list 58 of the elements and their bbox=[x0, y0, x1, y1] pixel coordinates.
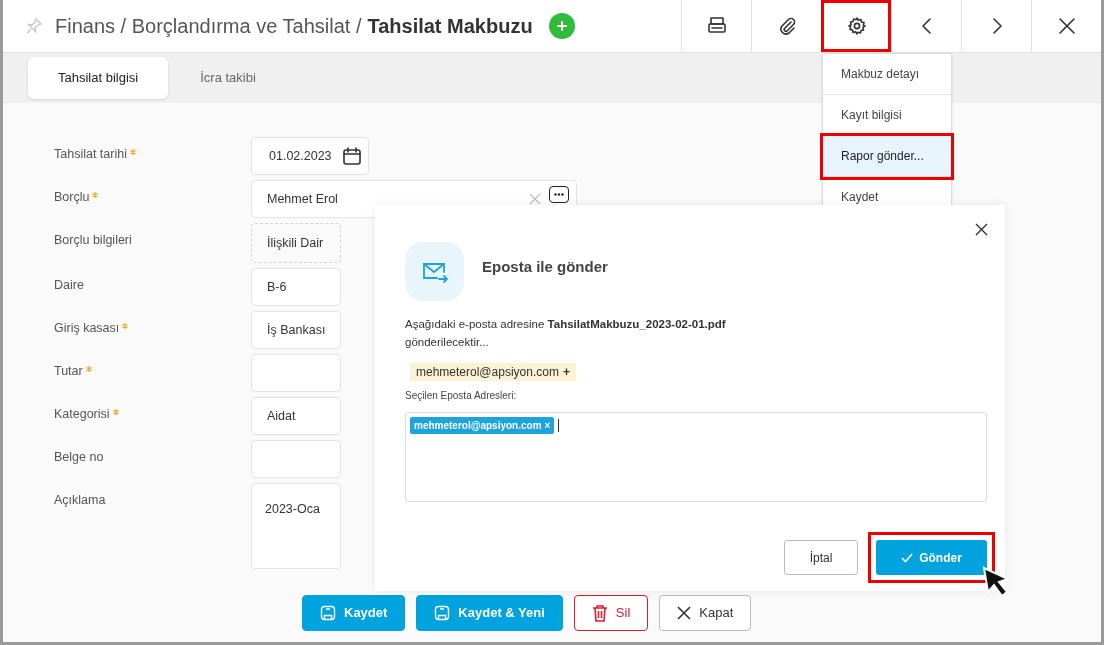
plus-icon bbox=[554, 19, 569, 33]
close-button[interactable]: Kapat bbox=[659, 595, 752, 631]
input-field[interactable] bbox=[251, 354, 341, 392]
field-label: Tutar bbox=[54, 363, 83, 380]
dialog-title: Eposta ile gönder bbox=[482, 257, 608, 277]
field-label: Kategorisi bbox=[54, 406, 110, 423]
text-cursor bbox=[558, 419, 560, 432]
field-label: Açıklama bbox=[54, 492, 106, 509]
settings-icon bbox=[846, 16, 867, 36]
field-label: Seçilen Eposta Adresleri: bbox=[405, 389, 518, 403]
page-title: Tahsilat Makbuzu bbox=[367, 14, 533, 39]
settings-button[interactable] bbox=[821, 0, 891, 52]
email-suggestion[interactable]: mehmeterol@apsiyon.com + bbox=[410, 363, 576, 381]
dialog-message: Aşağıdaki e-posta adresine TahsilatMakbuzu_2023-02-01.pdf gönderilecektir... bbox=[405, 317, 727, 350]
field-value: İlişkili Dair bbox=[267, 234, 324, 252]
clear-icon[interactable] bbox=[529, 193, 541, 205]
field-label: Giriş kasası bbox=[54, 320, 120, 337]
field-label: Belge no bbox=[54, 449, 104, 466]
field-value: B-6 bbox=[267, 278, 287, 296]
field-value: Mehmet Erol bbox=[267, 190, 338, 208]
close-icon bbox=[1056, 16, 1077, 36]
save-icon bbox=[320, 605, 336, 621]
field-value: 01.02.2023 bbox=[269, 147, 332, 165]
textarea-field[interactable]: 2023-Oca bbox=[251, 483, 341, 569]
add-button[interactable] bbox=[548, 13, 575, 39]
close-icon bbox=[677, 606, 692, 620]
save-icon bbox=[434, 605, 451, 621]
date-field[interactable]: 01.02.2023 bbox=[251, 137, 369, 175]
input-field[interactable]: İş Bankası bbox=[251, 311, 341, 349]
add-icon[interactable]: + bbox=[562, 363, 570, 381]
email-address: mehmeterol@apsiyon.com bbox=[416, 364, 559, 381]
input-field[interactable] bbox=[251, 440, 341, 478]
delete-button[interactable]: Sil bbox=[573, 595, 649, 631]
field-value: Aidat bbox=[267, 407, 296, 425]
check-icon bbox=[901, 552, 914, 563]
email-tag: mehmeterol@apsiyon.com × bbox=[410, 417, 555, 434]
menu-item[interactable]: Rapor gönder... bbox=[823, 136, 951, 177]
calendar-icon[interactable] bbox=[341, 146, 362, 166]
trash-icon bbox=[591, 604, 608, 622]
field-value: İş Bankası bbox=[267, 321, 326, 339]
field-label: Daire bbox=[54, 277, 84, 294]
menu-item[interactable]: Makbuz detayı bbox=[823, 54, 951, 95]
input-field[interactable]: Aidat bbox=[251, 397, 341, 435]
close-icon[interactable] bbox=[975, 223, 988, 236]
tab[interactable]: Tahsilat bilgisi bbox=[28, 57, 169, 99]
printer-icon bbox=[706, 16, 727, 36]
more-button[interactable] bbox=[549, 185, 569, 203]
field-label: Tahsilat tarihi bbox=[54, 146, 127, 163]
input-field[interactable]: B-6 bbox=[251, 268, 341, 306]
mail-send-icon bbox=[405, 242, 464, 301]
tab[interactable]: İcra takibi bbox=[170, 57, 286, 99]
pin-icon[interactable] bbox=[25, 17, 43, 35]
cancel-button[interactable]: İptal bbox=[784, 540, 858, 575]
field-label: Borçlu bbox=[54, 189, 90, 206]
breadcrumb-path: Finans / Borçlandırma ve Tahsilat / bbox=[55, 14, 362, 39]
field-value: 2023-Oca bbox=[265, 502, 320, 516]
dots-icon bbox=[554, 192, 564, 196]
field-label: Borçlu bilgileri bbox=[54, 232, 132, 249]
